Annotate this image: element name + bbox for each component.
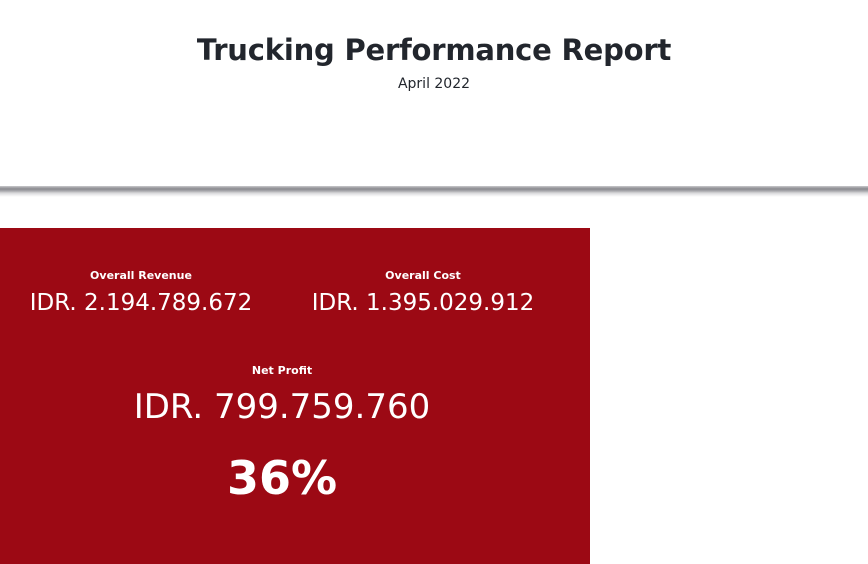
report-header: Trucking Performance Report April 2022	[0, 0, 868, 186]
overall-cost-value: IDR. 1.395.029.912	[311, 290, 535, 316]
page-title: Trucking Performance Report	[196, 33, 672, 67]
profit-margin-percent: 36%	[226, 451, 338, 505]
overall-revenue-label: Overall Revenue	[90, 269, 192, 282]
overall-revenue-metric: Overall Revenue IDR. 2.194.789.672	[0, 268, 282, 318]
header-divider	[0, 186, 868, 197]
net-profit-label: Net Profit	[251, 364, 313, 377]
report-page: Trucking Performance Report April 2022 O…	[0, 0, 868, 564]
summary-card: Overall Revenue IDR. 2.194.789.672 Overa…	[0, 228, 590, 564]
overall-cost-metric: Overall Cost IDR. 1.395.029.912	[282, 268, 564, 318]
report-period: April 2022	[397, 76, 471, 92]
overall-cost-label: Overall Cost	[385, 269, 461, 282]
overall-revenue-value: IDR. 2.194.789.672	[29, 290, 253, 316]
net-profit-value: IDR. 799.759.760	[133, 387, 431, 427]
net-profit-metric: Net Profit IDR. 799.759.760	[0, 363, 564, 429]
